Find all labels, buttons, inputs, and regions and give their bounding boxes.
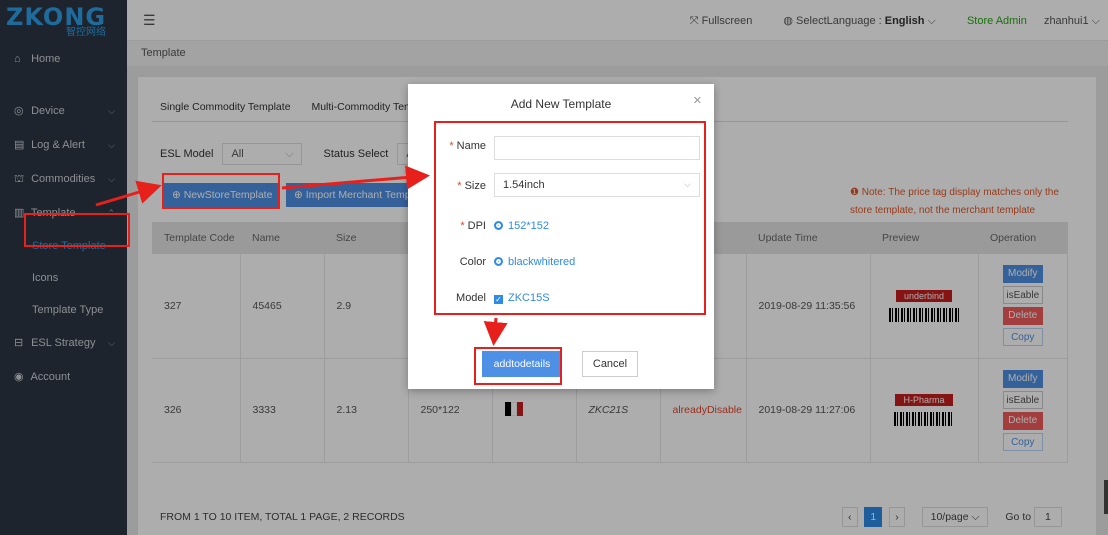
arrow-icon-2 — [281, 165, 430, 190]
arrow-icon-1 — [95, 180, 162, 207]
annotation-arrows — [95, 165, 508, 346]
arrow-icon-3 — [483, 317, 508, 346]
scrollbar[interactable] — [1104, 480, 1108, 514]
